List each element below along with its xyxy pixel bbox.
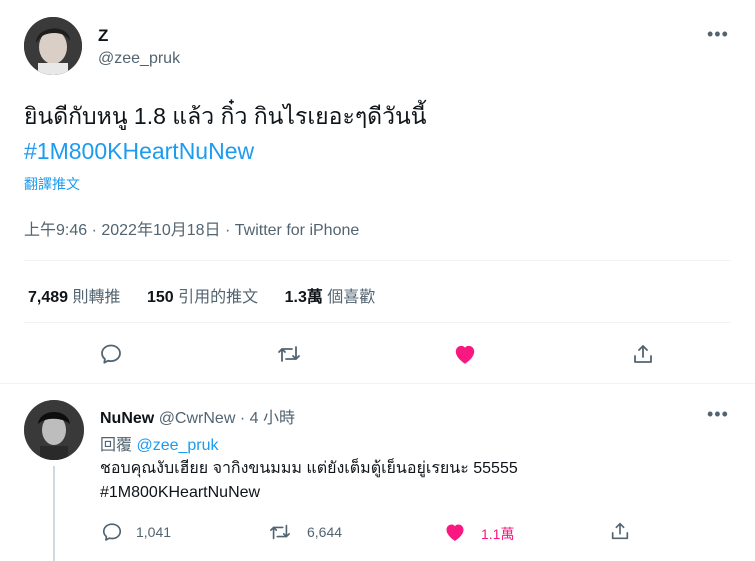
replying-to: 回覆 @zee_pruk bbox=[100, 437, 219, 454]
reply-more-options-icon[interactable]: ••• bbox=[707, 404, 729, 425]
divider bbox=[0, 383, 755, 384]
share-icon[interactable] bbox=[631, 342, 655, 371]
reply-author-name[interactable]: NuNew bbox=[100, 410, 154, 427]
reply-handle-time[interactable]: @CwrNew · 4 小時 bbox=[159, 410, 295, 427]
tweet-timestamp[interactable]: 上午9:46 · 2022年10月18日 · Twitter for iPhon… bbox=[24, 216, 359, 240]
author-avatar[interactable] bbox=[24, 17, 82, 75]
reply-count: 1,041 bbox=[136, 524, 172, 540]
reply-reply-icon[interactable] bbox=[101, 521, 123, 548]
tweet-hashtag-link[interactable]: #1M800KHeartNuNew bbox=[24, 136, 254, 166]
translate-tweet-link[interactable]: 翻譯推文 bbox=[24, 174, 80, 194]
author-handle[interactable]: @zee_pruk bbox=[98, 50, 180, 68]
retweet-count: 6,644 bbox=[307, 524, 343, 540]
reply-retweet-icon[interactable] bbox=[268, 521, 292, 548]
divider bbox=[24, 260, 731, 261]
divider bbox=[24, 322, 731, 323]
tweet-text: ยินดีกับหนู 1.8 แล้ว กิ๋ว กินไรเยอะๆดีวั… bbox=[24, 103, 427, 129]
quotes-stat[interactable]: 150 引用的推文 bbox=[147, 289, 258, 306]
likes-stat[interactable]: 1.3萬 個喜歡 bbox=[285, 289, 376, 306]
reply-author-avatar[interactable] bbox=[24, 400, 84, 460]
thread-line bbox=[53, 466, 55, 561]
tweet-stats: 7,489 則轉推 150 引用的推文 1.3萬 個喜歡 bbox=[28, 283, 375, 307]
retweet-icon[interactable] bbox=[276, 342, 302, 371]
reply-like-heart-icon[interactable] bbox=[443, 520, 467, 549]
like-heart-icon[interactable] bbox=[452, 341, 478, 372]
more-options-icon[interactable]: ••• bbox=[707, 24, 729, 45]
like-count: 1.1萬 bbox=[481, 526, 515, 542]
reply-share-icon[interactable] bbox=[609, 520, 631, 547]
retweets-stat[interactable]: 7,489 則轉推 bbox=[28, 289, 121, 306]
reply-icon[interactable] bbox=[99, 342, 123, 371]
reply-hashtag-link[interactable]: #1M800KHeartNuNew bbox=[100, 481, 260, 505]
reply-header: NuNew @CwrNew · 4 小時 bbox=[100, 404, 295, 428]
author-display-name[interactable]: Z bbox=[98, 26, 108, 46]
reply-text: ชอบคุณงับเฮียย จากิงขนมมม แต่ยังเต็มตู้เ… bbox=[100, 460, 518, 477]
replying-to-handle-link[interactable]: @zee_pruk bbox=[136, 437, 218, 454]
